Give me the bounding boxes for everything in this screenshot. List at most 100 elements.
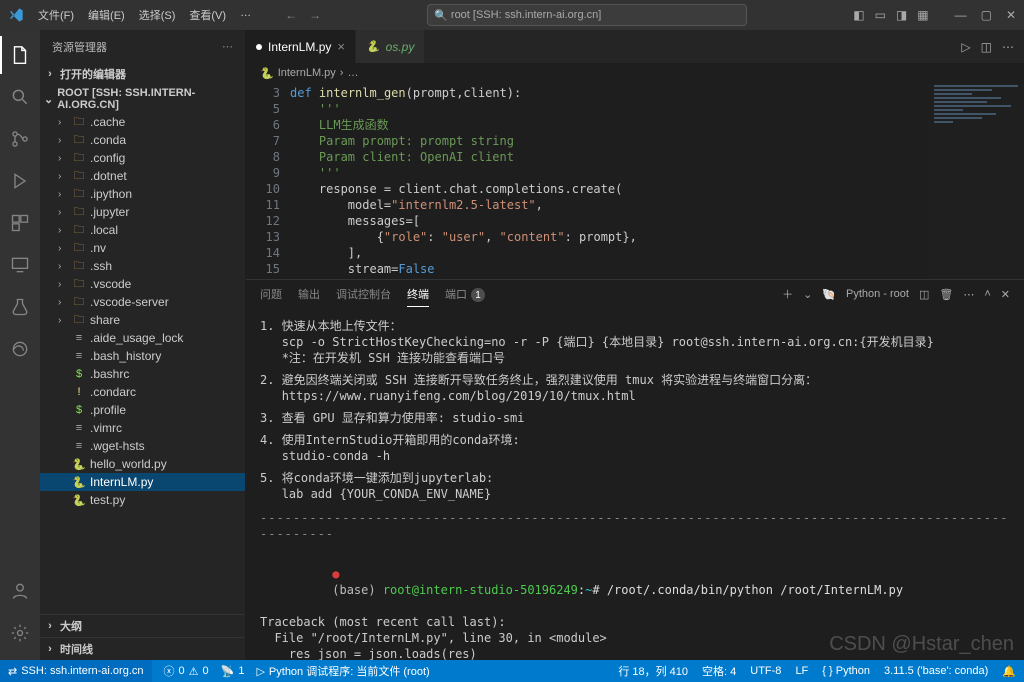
command-center[interactable]: 🔍 root [SSH: ssh.intern-ai.org.cn] bbox=[427, 4, 747, 26]
explorer-more-icon[interactable]: ⋯ bbox=[222, 40, 233, 53]
tree-folder[interactable]: ›🗀.local bbox=[40, 221, 245, 239]
tree-file[interactable]: ≡.bash_history bbox=[40, 347, 245, 365]
tree-file[interactable]: ≡.aide_usage_lock bbox=[40, 329, 245, 347]
activity-accounts[interactable] bbox=[0, 572, 40, 610]
kill-terminal-icon[interactable]: 🗑 bbox=[939, 288, 953, 301]
tree-item-label: .vscode bbox=[90, 277, 131, 291]
activity-settings[interactable] bbox=[0, 614, 40, 652]
window-close-icon[interactable]: ✕ bbox=[1006, 8, 1016, 22]
activity-run-debug[interactable] bbox=[0, 162, 40, 200]
status-problems[interactable]: ⓧ0 ⚠0 bbox=[164, 663, 209, 679]
status-notifications-icon[interactable]: 🔔 bbox=[1002, 663, 1016, 679]
panel-close-icon[interactable]: ✕ bbox=[1001, 288, 1010, 301]
activity-remote-explorer[interactable] bbox=[0, 246, 40, 284]
tree-folder[interactable]: ›🗀share bbox=[40, 311, 245, 329]
run-file-icon[interactable]: ▷ bbox=[961, 40, 970, 54]
minimap[interactable] bbox=[928, 83, 1024, 279]
tree-file[interactable]: !.condarc bbox=[40, 383, 245, 401]
tab-os[interactable]: 🐍 os.py bbox=[356, 30, 425, 63]
panel-tab-terminal[interactable]: 终端 bbox=[407, 282, 429, 307]
panel-tab-ports[interactable]: 端口1 bbox=[445, 282, 485, 307]
tree-file[interactable]: 🐍test.py bbox=[40, 491, 245, 509]
tree-folder[interactable]: ›🗀.ipython bbox=[40, 185, 245, 203]
status-remote[interactable]: ⇄ SSH: ssh.intern-ai.org.cn bbox=[0, 660, 152, 682]
folder-root[interactable]: ⌄ ROOT [SSH: SSH.INTERN-AI.ORG.CN] bbox=[40, 85, 245, 113]
code-body[interactable]: def internlm_gen(prompt,client): ''' LLM… bbox=[290, 83, 1024, 279]
menu-select[interactable]: 选择(S) bbox=[133, 5, 182, 25]
menu-more[interactable]: … bbox=[234, 5, 257, 25]
tree-item-label: .wget-hsts bbox=[90, 439, 145, 453]
terminal-dropdown-icon[interactable]: ⌄ bbox=[803, 288, 812, 301]
timeline-section[interactable]: › 时间线 bbox=[40, 637, 245, 660]
tree-folder[interactable]: ›🗀.jupyter bbox=[40, 203, 245, 221]
nav-back-icon[interactable]: ← bbox=[285, 8, 297, 22]
status-cursor[interactable]: 行 18，列 410 bbox=[618, 663, 688, 679]
tab-actions-more-icon[interactable]: ⋯ bbox=[1002, 40, 1014, 54]
breadcrumb-more[interactable]: … bbox=[347, 67, 358, 79]
terminal[interactable]: 1. 快速从本地上传文件： scp -o StrictHostKeyChecki… bbox=[246, 308, 1024, 660]
activity-explorer[interactable] bbox=[0, 36, 40, 74]
tree-item-label: .vscode-server bbox=[90, 295, 169, 309]
tree-file[interactable]: ≡.vimrc bbox=[40, 419, 245, 437]
activity-edge[interactable] bbox=[0, 330, 40, 368]
tree-folder[interactable]: ›🗀.conda bbox=[40, 131, 245, 149]
status-encoding[interactable]: UTF-8 bbox=[750, 663, 781, 679]
layout-panel-right-icon[interactable]: ◨ bbox=[896, 8, 907, 22]
status-interpreter[interactable]: 3.11.5 ('base': conda) bbox=[884, 663, 988, 679]
activity-source-control[interactable] bbox=[0, 120, 40, 158]
panel-maximize-icon[interactable]: ˄ bbox=[984, 288, 990, 300]
open-editors-section[interactable]: › 打开的编辑器 bbox=[40, 63, 245, 85]
nav-arrows: ← → bbox=[285, 8, 321, 22]
tree-folder[interactable]: ›🗀.vscode bbox=[40, 275, 245, 293]
tree-file[interactable]: $.profile bbox=[40, 401, 245, 419]
menu-view[interactable]: 查看(V) bbox=[183, 5, 232, 25]
chevron-right-icon: › bbox=[58, 243, 68, 254]
activity-testing[interactable] bbox=[0, 288, 40, 326]
tree-folder[interactable]: ›🗀.vscode-server bbox=[40, 293, 245, 311]
status-ports[interactable]: 📡1 bbox=[221, 665, 245, 678]
status-language[interactable]: { } Python bbox=[822, 663, 870, 679]
panel-more-icon[interactable]: ⋯ bbox=[963, 288, 974, 301]
panel-tab-debug[interactable]: 调试控制台 bbox=[336, 282, 391, 306]
debug-icon: ▷ bbox=[256, 665, 264, 678]
tree-file[interactable]: 🐍hello_world.py bbox=[40, 455, 245, 473]
status-spaces[interactable]: 空格: 4 bbox=[702, 663, 736, 679]
breadcrumb-file[interactable]: InternLM.py bbox=[278, 67, 336, 79]
editor-breadcrumb[interactable]: 🐍 InternLM.py › … bbox=[246, 63, 1024, 83]
terminal-profile-label[interactable]: Python - root bbox=[846, 288, 909, 300]
code-editor[interactable]: 35678910111213141516 def internlm_gen(pr… bbox=[246, 83, 1024, 279]
breadcrumb-separator: › bbox=[340, 67, 344, 79]
chevron-right-icon: › bbox=[58, 153, 68, 164]
activity-extensions[interactable] bbox=[0, 204, 40, 242]
tree-folder[interactable]: ›🗀.config bbox=[40, 149, 245, 167]
tree-file[interactable]: 🐍InternLM.py bbox=[40, 473, 245, 491]
tab-internlm[interactable]: InternLM.py × bbox=[246, 30, 356, 63]
status-eol[interactable]: LF bbox=[795, 663, 808, 679]
tree-folder[interactable]: ›🗀.ssh bbox=[40, 257, 245, 275]
split-terminal-icon[interactable]: ◫ bbox=[919, 288, 929, 301]
menu-edit[interactable]: 编辑(E) bbox=[82, 5, 131, 25]
window-maximize-icon[interactable]: ▢ bbox=[981, 8, 992, 22]
tree-file[interactable]: $.bashrc bbox=[40, 365, 245, 383]
chevron-right-icon: › bbox=[58, 297, 68, 308]
layout-panel-left-icon[interactable]: ◧ bbox=[853, 8, 864, 22]
layout-panel-bottom-icon[interactable]: ▭ bbox=[875, 8, 886, 22]
tab-close-icon[interactable]: × bbox=[337, 39, 345, 54]
outline-section[interactable]: › 大纲 bbox=[40, 614, 245, 637]
activity-search[interactable] bbox=[0, 78, 40, 116]
nav-forward-icon[interactable]: → bbox=[309, 8, 321, 22]
status-debug[interactable]: ▷Python 调试程序: 当前文件 (root) bbox=[256, 663, 429, 679]
layout-customize-icon[interactable]: ▦ bbox=[917, 8, 928, 22]
tree-folder[interactable]: ›🗀.cache bbox=[40, 113, 245, 131]
file-tree[interactable]: ›🗀.cache›🗀.conda›🗀.config›🗀.dotnet›🗀.ipy… bbox=[40, 113, 245, 614]
tree-file[interactable]: ≡.wget-hsts bbox=[40, 437, 245, 455]
panel-tab-output[interactable]: 输出 bbox=[298, 282, 320, 306]
tree-folder[interactable]: ›🗀.nv bbox=[40, 239, 245, 257]
window-minimize-icon[interactable]: ― bbox=[955, 8, 967, 22]
panel-tab-problems[interactable]: 问题 bbox=[260, 282, 282, 306]
new-terminal-icon[interactable]: ＋ bbox=[782, 286, 793, 302]
split-editor-icon[interactable]: ◫ bbox=[981, 40, 992, 54]
menu-file[interactable]: 文件(F) bbox=[32, 5, 80, 25]
chevron-right-icon: › bbox=[58, 135, 68, 146]
tree-folder[interactable]: ›🗀.dotnet bbox=[40, 167, 245, 185]
